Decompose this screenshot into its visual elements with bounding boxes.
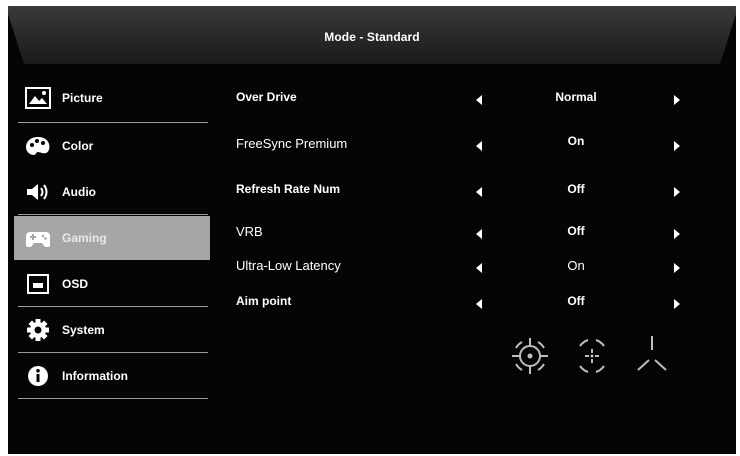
palette-icon: [24, 133, 52, 159]
osd-menu: Mode - Standard Picture Color Audio Gami…: [8, 6, 736, 454]
arrow-right-icon[interactable]: [674, 187, 680, 197]
info-icon: [24, 363, 52, 389]
setting-row-over-drive[interactable]: Over Drive Normal: [236, 90, 706, 112]
speaker-icon: [24, 179, 52, 205]
setting-row-freesync[interactable]: FreeSync Premium On: [236, 134, 706, 158]
arrow-right-icon[interactable]: [674, 229, 680, 239]
sidebar-item-color[interactable]: Color: [14, 124, 210, 168]
setting-value: Normal: [555, 90, 597, 104]
setting-label: Over Drive: [236, 90, 297, 104]
gamepad-icon: [24, 225, 52, 251]
setting-value: Off: [567, 294, 585, 308]
setting-label: VRB: [236, 224, 263, 239]
arrow-left-icon[interactable]: [476, 263, 482, 273]
divider: [18, 122, 208, 123]
sidebar-item-label: Audio: [62, 185, 96, 199]
setting-value: On: [567, 134, 585, 148]
page-title: Mode - Standard: [324, 30, 420, 44]
setting-value: Off: [567, 224, 585, 238]
arrow-right-icon[interactable]: [674, 95, 680, 105]
crosshair-tri-icon[interactable]: [630, 334, 674, 383]
sidebar-item-gaming[interactable]: Gaming: [14, 216, 210, 260]
setting-label: Refresh Rate Num: [236, 182, 341, 196]
setting-value: On: [567, 258, 585, 273]
divider: [18, 306, 208, 307]
sidebar-item-label: OSD: [62, 277, 89, 291]
osd-icon: [24, 271, 52, 297]
picture-icon: [24, 85, 52, 111]
sidebar-item-information[interactable]: Information: [14, 354, 210, 398]
arrow-left-icon[interactable]: [476, 187, 482, 197]
sidebar-item-osd[interactable]: OSD: [14, 262, 210, 306]
sidebar-item-label: Picture: [62, 91, 103, 105]
sidebar-item-label: Gaming: [62, 231, 107, 245]
aim-point-options: [508, 334, 678, 384]
arrow-left-icon[interactable]: [476, 229, 482, 239]
crosshair-circle-icon[interactable]: [508, 334, 552, 383]
sidebar-item-picture[interactable]: Picture: [14, 76, 210, 120]
setting-row-vrb[interactable]: VRB Off: [236, 224, 706, 246]
title-bar: Mode - Standard: [8, 6, 736, 66]
setting-label: FreeSync Premium: [236, 136, 348, 151]
gear-icon: [24, 317, 52, 343]
arrow-right-icon[interactable]: [674, 263, 680, 273]
sidebar-item-label: Color: [62, 139, 94, 153]
sidebar-item-system[interactable]: System: [14, 308, 210, 352]
arrow-left-icon[interactable]: [476, 95, 482, 105]
sidebar-item-label: System: [62, 323, 105, 337]
arrow-left-icon[interactable]: [476, 299, 482, 309]
setting-value: Off: [567, 182, 585, 196]
setting-row-aim-point[interactable]: Aim point Off: [236, 294, 706, 316]
sidebar-item-audio[interactable]: Audio: [14, 170, 210, 214]
divider: [18, 352, 208, 353]
arrow-left-icon[interactable]: [476, 141, 482, 151]
crosshair-dot-icon[interactable]: [570, 334, 614, 383]
setting-row-ultra-low-latency[interactable]: Ultra-Low Latency On: [236, 258, 706, 280]
setting-label: Aim point: [236, 294, 292, 308]
arrow-right-icon[interactable]: [674, 141, 680, 151]
divider: [18, 214, 208, 215]
sidebar-item-label: Information: [62, 369, 128, 383]
divider: [18, 398, 208, 399]
setting-row-refresh-rate-num[interactable]: Refresh Rate Num Off: [236, 182, 706, 204]
arrow-right-icon[interactable]: [674, 299, 680, 309]
setting-label: Ultra-Low Latency: [236, 258, 341, 273]
